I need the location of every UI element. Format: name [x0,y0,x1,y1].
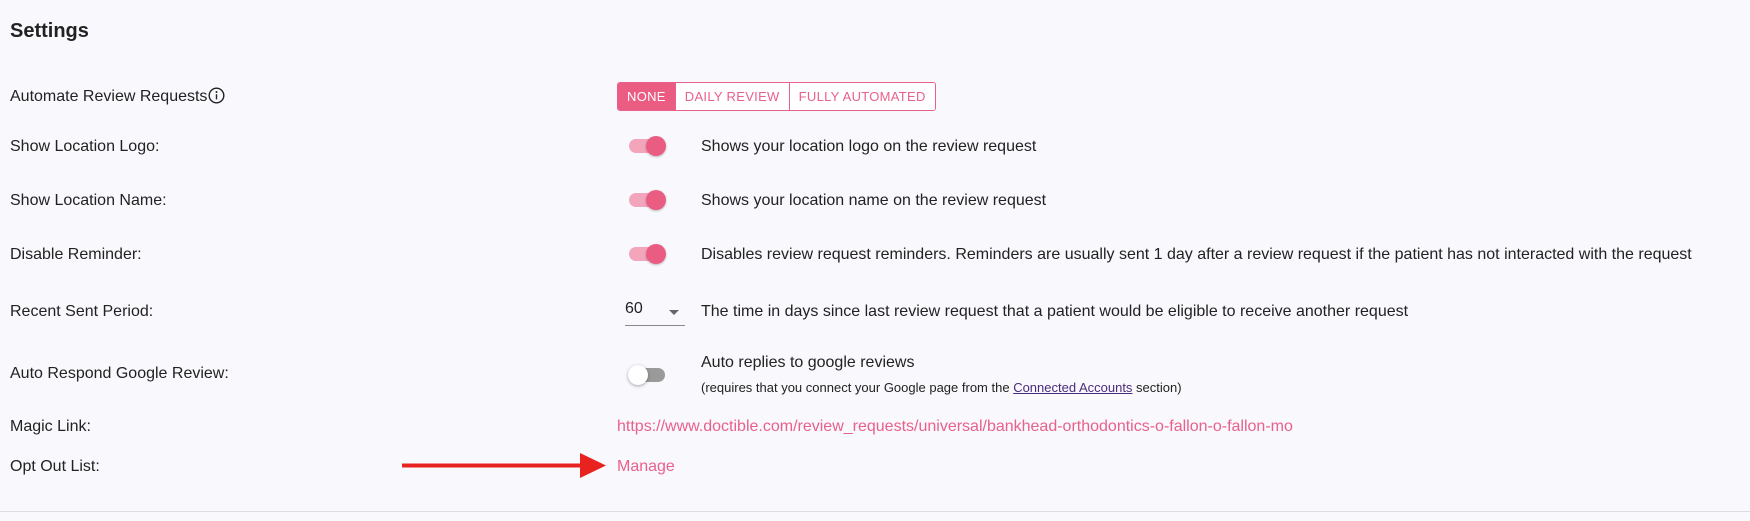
auto-respond-google-review-toggle[interactable] [628,363,666,387]
show-location-name-description: Shows your location name on the review r… [701,192,1047,209]
requirement-suffix: section) [1132,380,1182,395]
toggle-knob [628,365,648,385]
auto-respond-description: Auto replies to google reviews [701,354,915,371]
recent-sent-period-description: The time in days since last review reque… [701,303,1409,320]
automate-label-text: Automate Review Requests [10,88,208,105]
section-divider [0,511,1750,512]
toggle-knob [646,244,666,264]
magic-link-url[interactable]: https://www.doctible.com/review_requests… [617,417,1293,437]
show-location-logo-label: Show Location Logo: [10,138,160,155]
show-location-name-toggle[interactable] [628,188,666,212]
toggle-knob [646,136,666,156]
disable-reminder-description: Disables review request reminders. Remin… [701,246,1692,263]
automate-option-none[interactable]: NONE [618,83,675,110]
recent-sent-period-select[interactable]: 60 [625,298,685,326]
red-arrow-annotation-icon [402,453,606,478]
connected-accounts-link[interactable]: Connected Accounts [1013,380,1132,395]
magic-link-label: Magic Link: [10,418,91,435]
page-title: Settings [10,20,89,42]
disable-reminder-toggle[interactable] [628,242,666,266]
automate-option-fully-automated[interactable]: FULLY AUTOMATED [788,83,935,110]
disable-reminder-label: Disable Reminder: [10,246,142,263]
show-location-name-label: Show Location Name: [10,192,167,209]
info-icon[interactable] [208,87,225,110]
automate-review-requests-label: Automate Review Requests [10,87,225,110]
show-location-logo-description: Shows your location logo on the review r… [701,138,1037,155]
auto-respond-google-review-label: Auto Respond Google Review: [10,365,229,382]
opt-out-manage-link[interactable]: Manage [617,457,675,477]
auto-respond-requirement-note: (requires that you connect your Google p… [701,380,1182,396]
recent-sent-period-label: Recent Sent Period: [10,303,154,320]
requirement-prefix: (requires that you connect your Google p… [701,380,1014,395]
opt-out-list-label: Opt Out List: [10,458,100,475]
automate-segmented-control: NONE DAILY REVIEW FULLY AUTOMATED [617,82,936,111]
show-location-logo-toggle[interactable] [628,134,666,158]
automate-option-daily-review[interactable]: DAILY REVIEW [674,83,789,110]
recent-sent-period-value: 60 [625,300,643,317]
toggle-knob [646,190,666,210]
chevron-down-icon [669,310,679,315]
